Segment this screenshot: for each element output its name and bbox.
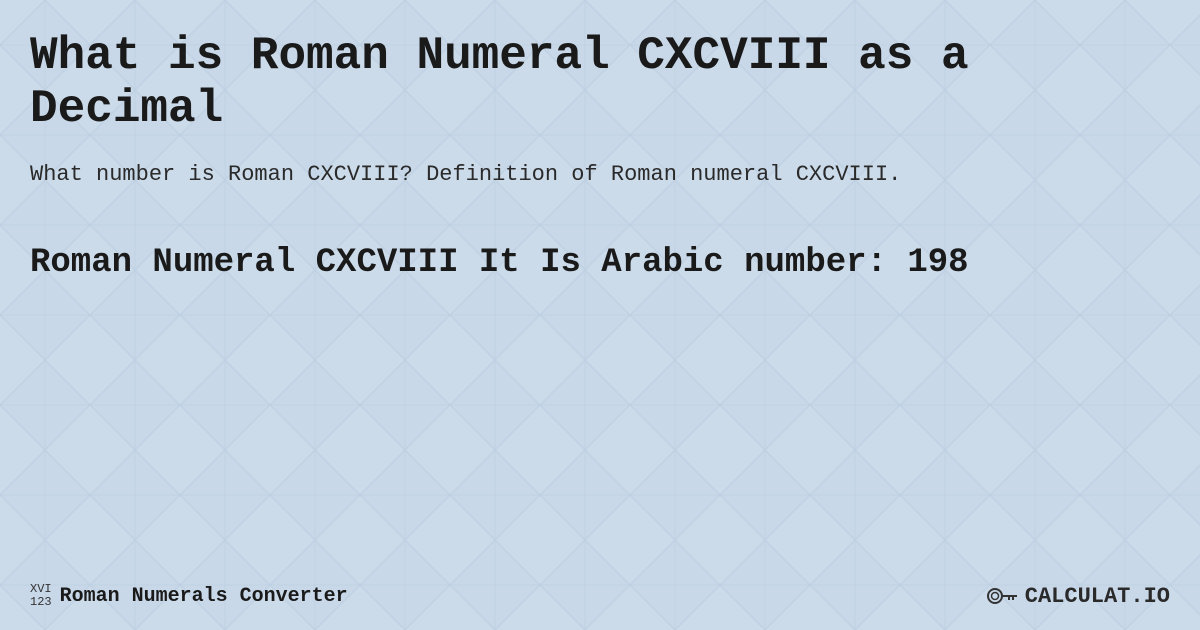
description-text: What number is Roman CXCVIII? Definition… xyxy=(30,158,1170,191)
page-title: What is Roman Numeral CXCVIII as a Decim… xyxy=(30,30,1170,136)
logo-left: XVI 123 Roman Numerals Converter xyxy=(30,583,348,609)
footer: XVI 123 Roman Numerals Converter CALCULA… xyxy=(30,572,1170,610)
calculat-icon xyxy=(987,582,1019,610)
brand-name: CALCULAT.IO xyxy=(1025,584,1170,609)
site-name-label: Roman Numerals Converter xyxy=(60,585,348,608)
result-section: Roman Numeral CXCVIII It Is Arabic numbe… xyxy=(30,241,1170,285)
roman-numeral-icon: XVI 123 xyxy=(30,583,52,609)
result-text: Roman Numeral CXCVIII It Is Arabic numbe… xyxy=(30,241,1170,285)
logo-right: CALCULAT.IO xyxy=(987,582,1170,610)
roman-icon-bottom: 123 xyxy=(30,596,52,609)
